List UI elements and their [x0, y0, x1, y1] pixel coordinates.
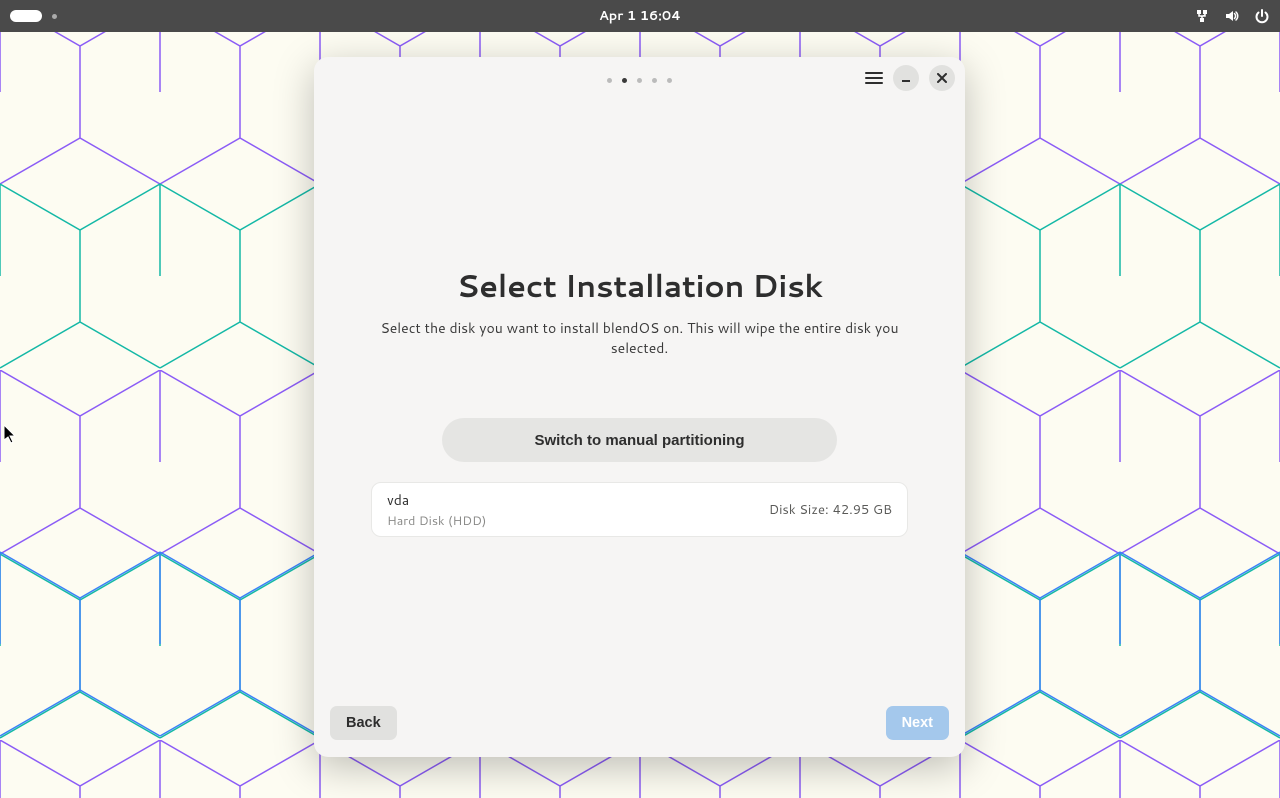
system-tray[interactable]	[1194, 8, 1270, 24]
disk-row-vda[interactable]: vda Hard Disk (HDD) Disk Size: 42.95 GB	[371, 482, 908, 537]
minimize-icon	[901, 73, 911, 83]
power-icon	[1254, 8, 1270, 24]
disk-name: vda	[387, 490, 486, 510]
page-subtitle: Select the disk you want to install blen…	[380, 319, 900, 358]
window-header	[314, 57, 965, 103]
progress-dot	[652, 78, 657, 83]
clock[interactable]: Apr 1 16:04	[599, 7, 681, 25]
progress-dot-active	[622, 78, 627, 83]
close-icon	[937, 73, 947, 83]
gnome-topbar: Apr 1 16:04	[0, 0, 1280, 32]
progress-dot	[667, 78, 672, 83]
activities-pill-icon	[10, 10, 42, 22]
progress-dots	[607, 78, 672, 83]
manual-partition-button[interactable]: Switch to manual partitioning	[442, 418, 837, 462]
installer-window: Select Installation Disk Select the disk…	[314, 57, 965, 757]
minimize-button[interactable]	[893, 65, 919, 91]
volume-icon	[1224, 8, 1240, 24]
progress-dot	[637, 78, 642, 83]
network-icon	[1194, 8, 1210, 24]
page-title: Select Installation Disk	[456, 263, 822, 307]
back-button[interactable]: Back	[330, 706, 397, 740]
activities-area[interactable]	[10, 10, 57, 22]
disk-type: Hard Disk (HDD)	[387, 512, 486, 530]
close-button[interactable]	[929, 65, 955, 91]
hamburger-menu-icon[interactable]	[865, 69, 883, 87]
disk-size: Disk Size: 42.95 GB	[769, 501, 892, 519]
progress-dot	[607, 78, 612, 83]
workspace-dot-icon	[52, 14, 57, 19]
next-button[interactable]: Next	[886, 706, 949, 740]
